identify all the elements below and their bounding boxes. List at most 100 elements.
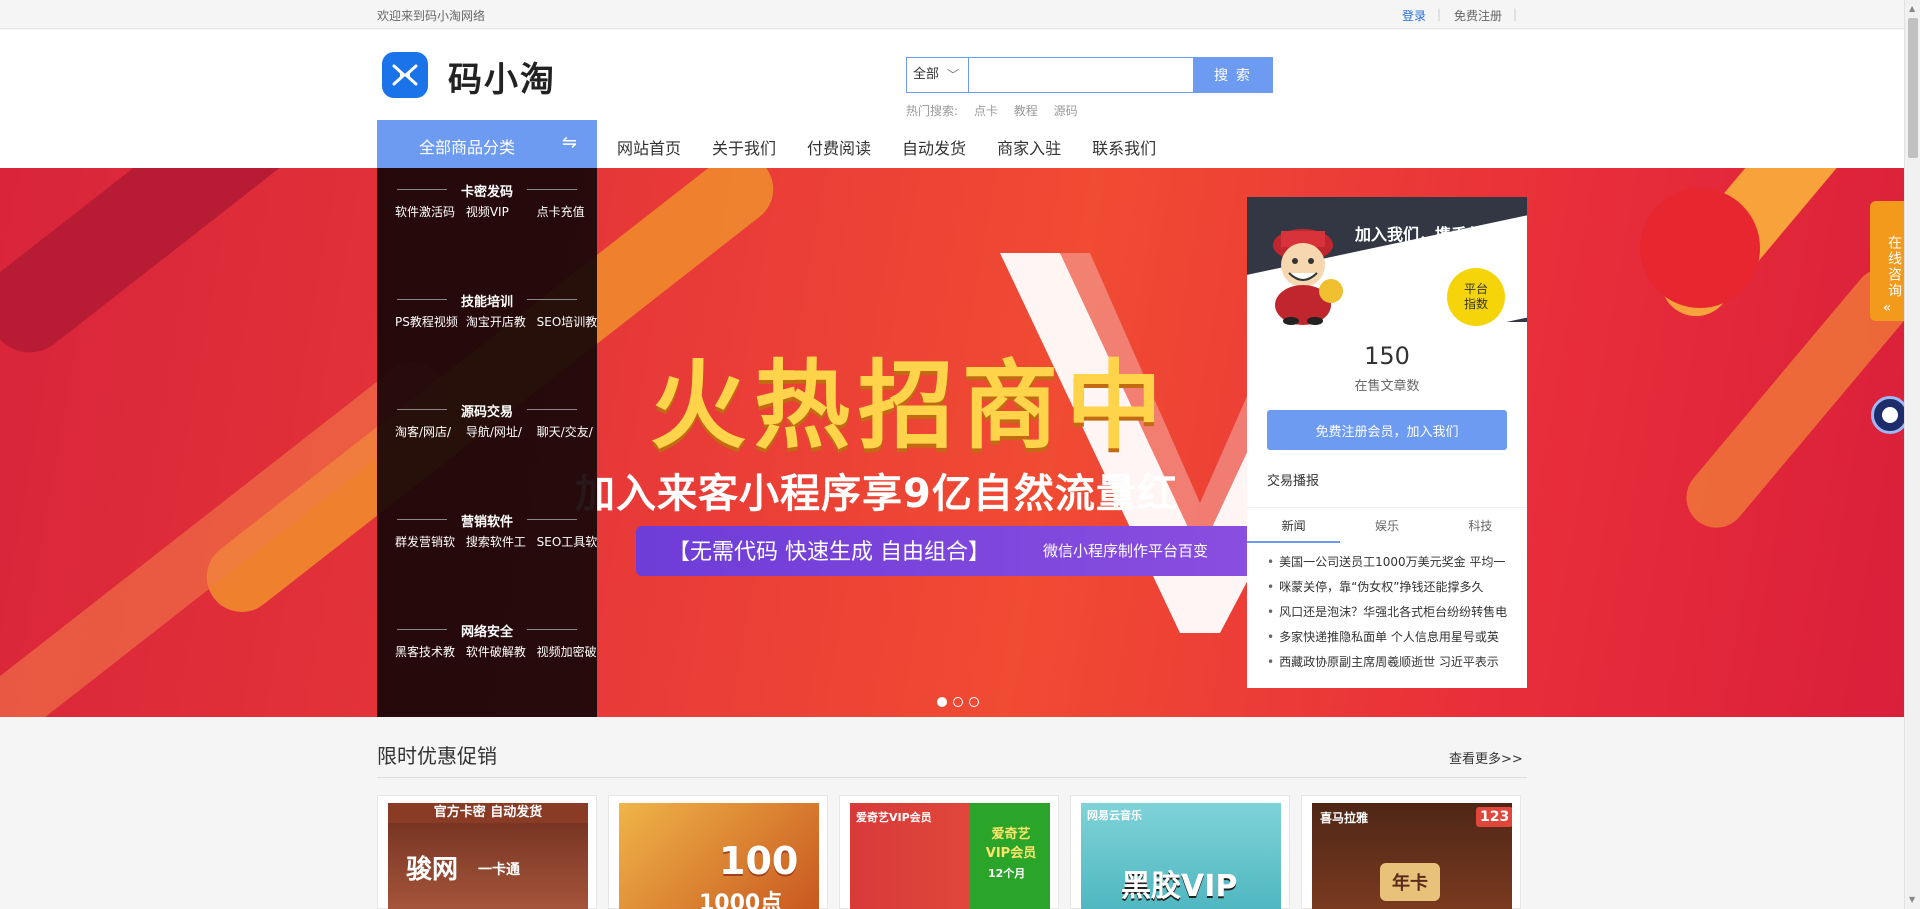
banner-decoration [1640, 188, 1760, 308]
badge-line: 平台 [1463, 282, 1488, 296]
category-title[interactable]: 技能培训 [377, 291, 597, 310]
product-title: 年卡 [1380, 863, 1440, 901]
category-title[interactable]: 营销软件 [377, 511, 597, 530]
carousel-dot[interactable] [937, 697, 947, 707]
hot-searches: 热门搜索: 点卡 教程 源码 [906, 102, 1090, 119]
scrollbar-thumb[interactable] [1908, 18, 1918, 158]
nav-about[interactable]: 关于我们 [712, 135, 776, 159]
product-card[interactable]: 网易云音乐 黑胶VIP [1070, 795, 1290, 909]
divider [377, 777, 1527, 778]
mascot-icon [1273, 229, 1343, 325]
category-item[interactable]: 黑客技术教 [395, 643, 462, 660]
all-categories-button[interactable]: 全部商品分类 ⇋ [377, 120, 597, 168]
category-items: 群发营销软 搜索软件工 SEO工具软 [395, 533, 597, 553]
join-text: 加入我们，携手共赢 [1355, 225, 1500, 244]
scrollbar[interactable]: ▲ ▼ [1904, 0, 1920, 909]
search-input[interactable] [969, 58, 1193, 92]
nav-home[interactable]: 网站首页 [617, 135, 681, 159]
search-button[interactable]: 搜 索 [1193, 57, 1273, 93]
product-tag: 网易云音乐 [1087, 809, 1142, 822]
login-link[interactable]: 登录 [1402, 7, 1426, 24]
news-list: 美国一公司送员工1000万美元奖金 平均一 咪蒙关停，靠“伪女权”挣钱还能撑多久… [1267, 553, 1517, 678]
category-item[interactable]: 视频VIP [466, 203, 533, 220]
category-title[interactable]: 网络安全 [377, 621, 597, 640]
product-title: 爱奇艺 VIP会员 [985, 827, 1037, 861]
hot-search-term[interactable]: 源码 [1054, 104, 1078, 118]
category-item[interactable]: 群发营销软 [395, 533, 462, 550]
category-item[interactable]: 导航/网址/ [466, 423, 533, 440]
product-tag: 爱奇艺VIP会员 [856, 811, 932, 824]
category-item[interactable]: 淘宝开店教 [466, 313, 533, 330]
divider [527, 189, 577, 190]
category-title[interactable]: 源码交易 [377, 401, 597, 420]
news-item[interactable]: 美国一公司送员工1000万美元奖金 平均一 [1267, 553, 1517, 578]
hot-search-term[interactable]: 教程 [1014, 104, 1038, 118]
header: 码小淘 全部 ﹀ 搜 索 热门搜索: 点卡 教程 源码 全部商品分类 ⇋ 网站首… [0, 30, 1904, 168]
category-item[interactable]: PS教程视频 [395, 313, 462, 330]
divider [527, 519, 577, 520]
category-item[interactable]: 视频加密破 [537, 643, 604, 660]
nav-merchant-join[interactable]: 商家入驻 [997, 135, 1061, 159]
product-image: 喜马拉雅 年卡 123 [1312, 803, 1512, 909]
badge-line: 指数 [1463, 297, 1488, 311]
tab-news[interactable]: 新闻 [1247, 508, 1341, 543]
category-item[interactable]: 点卡充值 [537, 203, 604, 220]
product-card[interactable]: 官方卡密 自动发货 骏网 一卡通 [377, 795, 597, 909]
promo-more-link[interactable]: 查看更多>> [1449, 748, 1523, 767]
category-item[interactable]: 搜索软件工 [466, 533, 533, 550]
article-count: 150 [1364, 342, 1410, 370]
category-item[interactable]: SEO工具软 [537, 533, 604, 550]
nav-contact[interactable]: 联系我们 [1092, 135, 1156, 159]
divider: | [1437, 7, 1442, 21]
product-title: 100 [719, 839, 799, 883]
category-item[interactable]: 淘客/网店/ [395, 423, 462, 440]
hot-search-term[interactable]: 点卡 [974, 104, 998, 118]
news-item[interactable]: 风口还是泡沫？华强北各式柜台纷纷转售电 [1267, 603, 1517, 628]
nav-paid-reading[interactable]: 付费阅读 [807, 135, 871, 159]
scroll-down-icon[interactable]: ▼ [1909, 895, 1915, 904]
tab-entertainment[interactable]: 娱乐 [1340, 508, 1433, 543]
switch-icon: ⇋ [561, 132, 577, 153]
platform-index-badge[interactable]: 平台 指数 [1447, 268, 1505, 326]
banner-decoration [0, 168, 433, 369]
site-name[interactable]: 码小淘 [448, 52, 556, 101]
search-category-value: 全部 [913, 67, 940, 82]
divider [527, 629, 577, 630]
category-items: 黑客技术教 软件破解教 视频加密破 [395, 643, 597, 663]
banner-slogan-right: 微信小程序制作平台百变 [1043, 542, 1209, 560]
register-join-button[interactable]: 免费注册会员，加入我们 [1267, 410, 1507, 450]
carousel-dot[interactable] [969, 697, 979, 707]
category-title[interactable]: 卡密发码 [377, 181, 597, 200]
promo-section-title: 限时优惠促销 [377, 744, 497, 768]
collapse-arrow-icon[interactable]: « [1870, 300, 1904, 316]
carousel-dots [937, 697, 979, 707]
news-item[interactable]: 西藏政协原副主席周羲顺逝世 习近平表示 [1267, 653, 1517, 678]
tab-tech[interactable]: 科技 [1434, 508, 1527, 543]
search-category-select[interactable]: 全部 ﹀ [907, 58, 969, 92]
banner-slogan: 【无需代码 快速生成 自由组合】 [668, 540, 990, 565]
logo-icon[interactable] [382, 52, 428, 98]
register-link[interactable]: 免费注册 [1454, 7, 1502, 24]
divider [527, 409, 577, 410]
hero-banner[interactable]: 火热招商中 加入来客小程序享9亿自然流量红 【无需代码 快速生成 自由组合】 微… [0, 168, 1904, 717]
product-card[interactable]: 喜马拉雅 年卡 123 [1301, 795, 1521, 909]
product-card[interactable]: 100 1000点 [608, 795, 828, 909]
category-item[interactable]: 软件激活码 [395, 203, 462, 220]
category-items: PS教程视频 淘宝开店教 SEO培训教 [395, 313, 597, 333]
product-tag: 喜马拉雅 [1320, 811, 1369, 825]
news-tabs: 新闻 娱乐 科技 [1247, 507, 1527, 543]
scroll-up-icon[interactable]: ▲ [1909, 4, 1915, 13]
product-badge: 123 [1476, 807, 1512, 827]
carousel-dot[interactable] [953, 697, 963, 707]
product-card[interactable]: 爱奇艺VIP会员 爱奇艺 VIP会员 12个月 [839, 795, 1059, 909]
news-item[interactable]: 咪蒙关停，靠“伪女权”挣钱还能撑多久 [1267, 578, 1517, 603]
top-bar: 欢迎来到码小淘网络 登录 | 免费注册 | [0, 0, 1904, 29]
product-subtitle: 1000点 [699, 891, 783, 909]
category-item[interactable]: 软件破解教 [466, 643, 533, 660]
category-item[interactable]: 聊天/交友/ [537, 423, 604, 440]
nav-auto-delivery[interactable]: 自动发货 [902, 135, 966, 159]
news-item[interactable]: 多家快递推隐私面单 个人信息用星号或英 [1267, 628, 1517, 653]
article-count-label: 在售文章数 [1354, 379, 1420, 394]
category-item[interactable]: SEO培训教 [537, 313, 604, 330]
product-subtitle: 12个月 [988, 867, 1026, 880]
